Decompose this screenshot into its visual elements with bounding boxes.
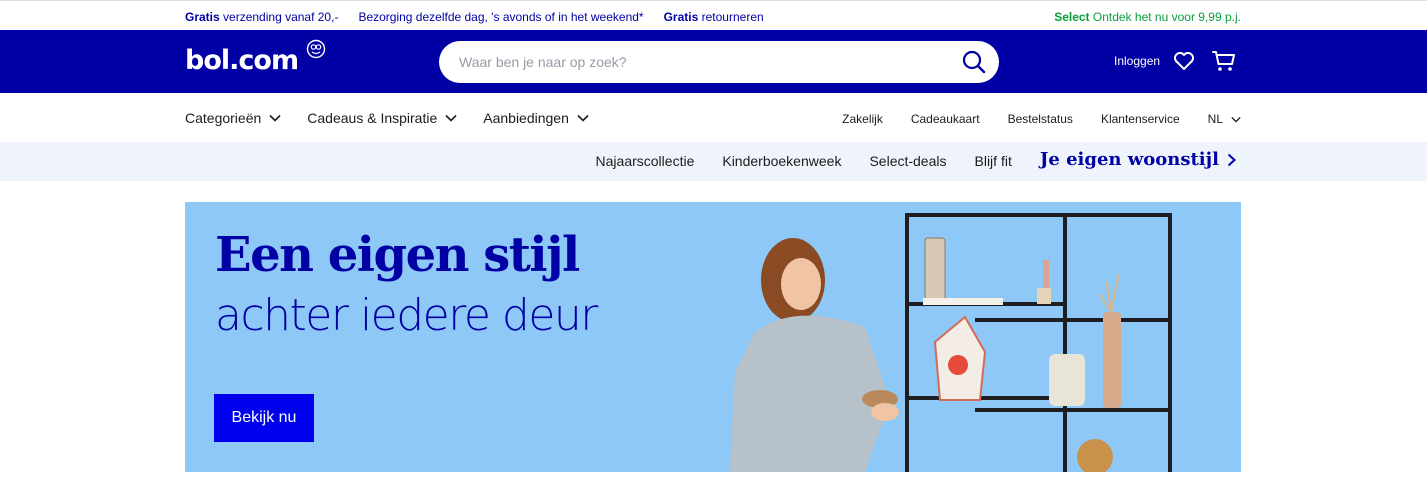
bol-logo[interactable]: bol.com	[185, 45, 299, 76]
campaign-link-home-style[interactable]: Je eigen woonstijl	[1040, 149, 1236, 170]
main-nav: Categorieën Cadeaus & Inspiratie Aanbied…	[0, 93, 1427, 142]
heart-icon[interactable]	[1173, 51, 1195, 71]
usp-free-shipping[interactable]: Gratis verzending vanaf 20,-	[185, 10, 338, 24]
chevron-down-icon	[445, 114, 457, 122]
chevron-down-icon	[269, 114, 281, 122]
campaign-link-childrens-books[interactable]: Kinderboekenweek	[722, 153, 841, 169]
nav-item-gifts[interactable]: Cadeaus & Inspiratie	[307, 110, 457, 126]
site-header: bol.com Inloggen	[0, 30, 1427, 93]
hero-banner[interactable]: Een eigen stijl achter iedere deur Bekij…	[185, 202, 1241, 472]
language-selector[interactable]: NL	[1208, 112, 1241, 126]
campaign-link-autumn[interactable]: Najaarscollectie	[596, 153, 695, 169]
banner-title: Een eigen stijl	[215, 227, 580, 283]
nav-secondary: Zakelijk Cadeaukaart Bestelstatus Klante…	[842, 112, 1241, 126]
campaign-nav: Najaarscollectie Kinderboekenweek Select…	[0, 142, 1427, 181]
nav-item-deals[interactable]: Aanbiedingen	[483, 110, 589, 126]
chevron-down-icon	[577, 114, 589, 122]
nav-link-order-status[interactable]: Bestelstatus	[1008, 112, 1073, 126]
search-input[interactable]	[459, 51, 939, 73]
nav-link-business[interactable]: Zakelijk	[842, 112, 883, 126]
cart-icon[interactable]	[1212, 50, 1236, 72]
chevron-right-icon	[1227, 153, 1236, 166]
select-promo-link[interactable]: Select Ontdek het nu voor 9,99 p.j.	[1054, 10, 1241, 24]
nav-item-categories[interactable]: Categorieën	[185, 110, 281, 126]
usp-same-day-delivery[interactable]: Bezorging dezelfde dag, 's avonds of in …	[358, 10, 643, 24]
view-now-button[interactable]: Bekijk nu	[214, 394, 314, 442]
usp-list: Gratis verzending vanaf 20,- Bezorging d…	[185, 10, 764, 24]
banner-subtitle: achter iedere deur	[215, 290, 598, 341]
chevron-down-icon	[1231, 116, 1241, 123]
campaign-link-select-deals[interactable]: Select-deals	[869, 153, 946, 169]
search-icon[interactable]	[961, 49, 987, 75]
nav-primary: Categorieën Cadeaus & Inspiratie Aanbied…	[185, 110, 589, 126]
campaign-link-stay-fit[interactable]: Blijf fit	[975, 153, 1012, 169]
nav-link-giftcard[interactable]: Cadeaukaart	[911, 112, 980, 126]
logo-smile-icon	[306, 39, 326, 59]
search-bar	[439, 41, 999, 83]
banner-photo	[730, 213, 1172, 472]
nav-link-customer-service[interactable]: Klantenservice	[1101, 112, 1180, 126]
usp-bar: Gratis verzending vanaf 20,- Bezorging d…	[0, 0, 1427, 30]
login-link[interactable]: Inloggen	[1114, 54, 1160, 68]
usp-free-returns[interactable]: Gratis retourneren	[664, 10, 764, 24]
